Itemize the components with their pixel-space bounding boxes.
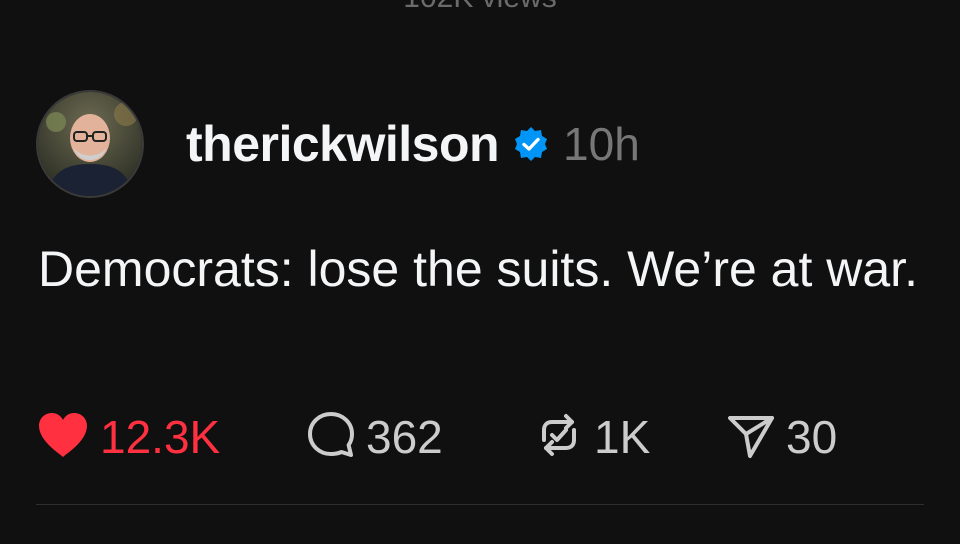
post-timestamp: 10h	[563, 118, 640, 170]
like-count: 12.3K	[100, 411, 221, 463]
post-header: therickwilson 10h	[36, 90, 640, 198]
reply-button[interactable]: 362	[306, 410, 534, 465]
repost-button[interactable]: 1K	[534, 410, 726, 465]
like-button[interactable]: 12.3K	[36, 410, 306, 464]
share-button[interactable]: 30	[726, 410, 837, 465]
threads-post-view: 102K views therickwil	[0, 0, 960, 544]
repost-icon	[534, 410, 584, 465]
share-count: 30	[786, 411, 838, 463]
repost-count: 1K	[594, 411, 651, 463]
reply-count: 362	[366, 411, 443, 463]
previous-post-views: 102K views	[0, 0, 960, 18]
avatar[interactable]	[36, 90, 144, 198]
post-actions-bar: 12.3K 362 1K 30	[36, 408, 837, 466]
username[interactable]: therickwilson	[186, 115, 500, 173]
paper-plane-icon	[726, 410, 776, 465]
verified-badge-icon	[513, 126, 549, 162]
avatar-image	[38, 92, 142, 196]
heart-filled-icon	[36, 411, 90, 464]
post-body-text: Democrats: lose the suits. We’re at war.	[38, 241, 918, 297]
post-divider	[36, 504, 924, 505]
speech-bubble-icon	[306, 410, 356, 465]
